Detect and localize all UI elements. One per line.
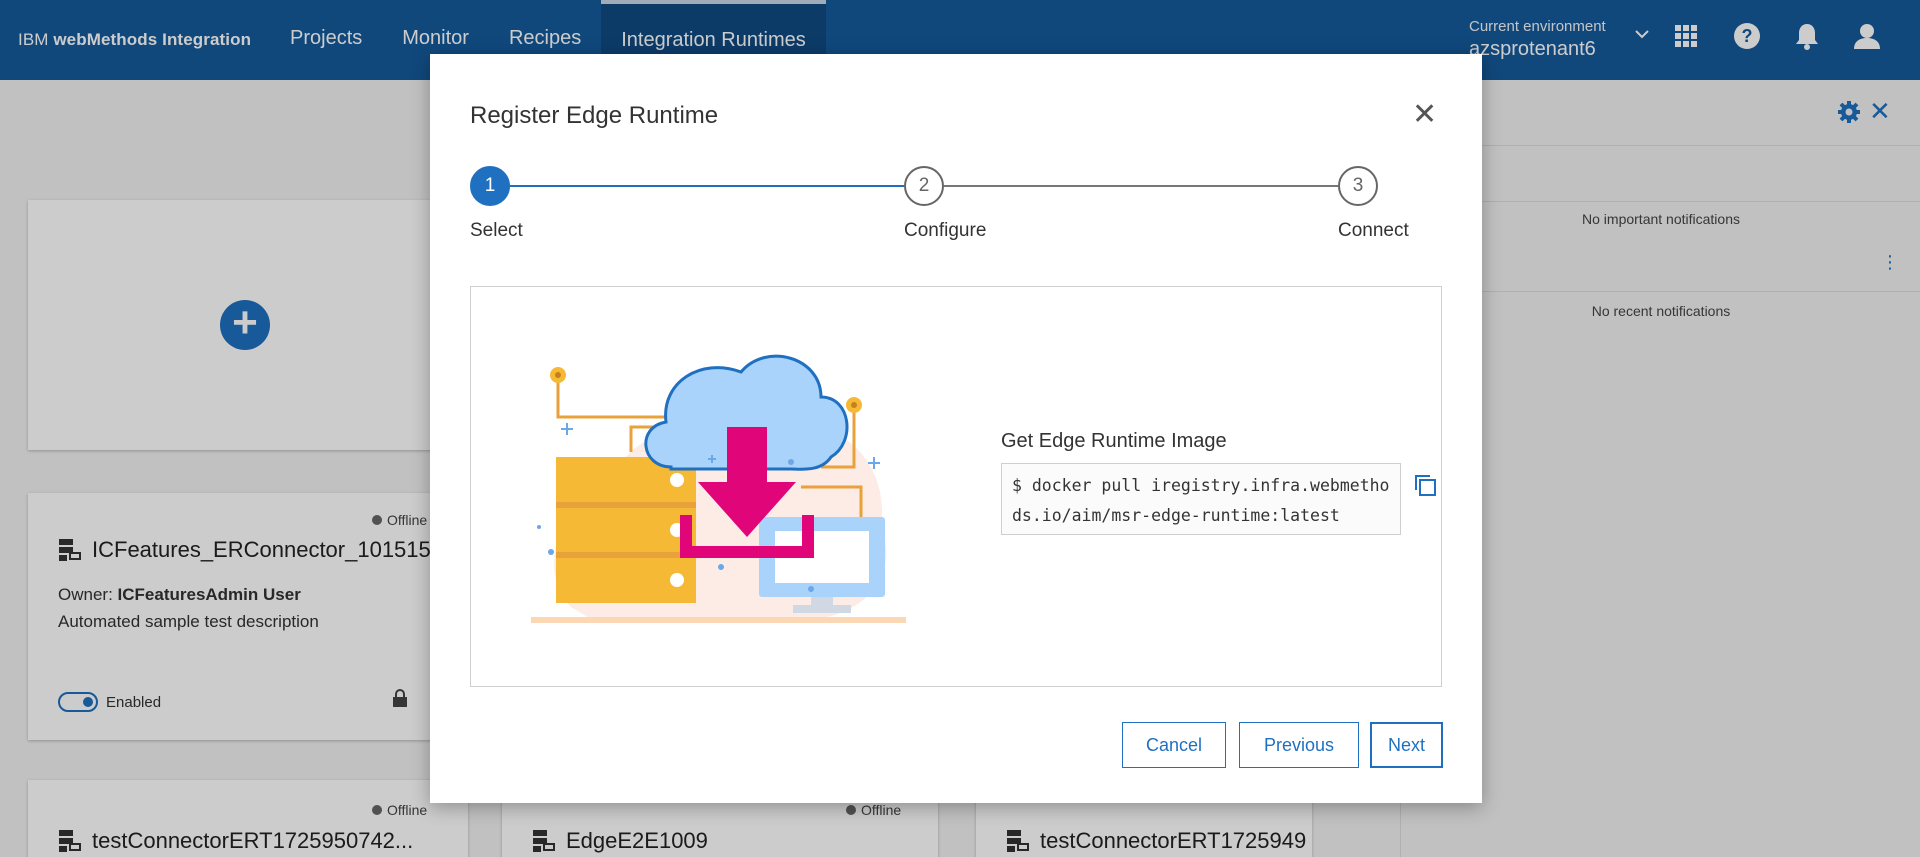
get-image-heading: Get Edge Runtime Image — [1001, 430, 1227, 452]
docker-command-box[interactable]: $ docker pull iregistry.infra.webmetho d… — [1001, 463, 1401, 535]
copy-icon[interactable] — [1413, 473, 1437, 502]
previous-button[interactable]: Previous — [1239, 722, 1359, 768]
step-number: 1 — [470, 166, 510, 206]
command-prompt: $ — [1012, 476, 1022, 495]
dialog-title: Register Edge Runtime — [470, 102, 719, 129]
cancel-button[interactable]: Cancel — [1122, 722, 1226, 768]
register-edge-runtime-dialog: Register Edge Runtime ✕ 1 Select 2 Confi… — [430, 54, 1482, 803]
step-connect[interactable]: 3 Connect — [1338, 166, 1409, 241]
stepper-line-pending — [944, 185, 1338, 187]
next-button[interactable]: Next — [1370, 722, 1443, 768]
step-label: Configure — [904, 220, 987, 241]
step-number: 2 — [904, 166, 944, 206]
stepper-line-completed — [510, 185, 904, 187]
download-runtime-illustration — [531, 354, 906, 623]
step-configure[interactable]: 2 Configure — [904, 166, 986, 241]
step-content-panel: Get Edge Runtime Image $ docker pull ire… — [470, 286, 1442, 687]
command-text-1: docker pull iregistry.infra.webmetho — [1031, 476, 1390, 495]
command-text-2: ds.io/aim/msr-edge-runtime:latest — [1012, 506, 1340, 525]
step-label: Select — [470, 220, 523, 241]
step-label: Connect — [1338, 220, 1409, 241]
command-line-1: $ docker pull iregistry.infra.webmetho — [1012, 471, 1390, 501]
step-select[interactable]: 1 Select — [470, 166, 523, 241]
close-icon[interactable]: ✕ — [1412, 100, 1437, 130]
step-number: 3 — [1338, 166, 1378, 206]
